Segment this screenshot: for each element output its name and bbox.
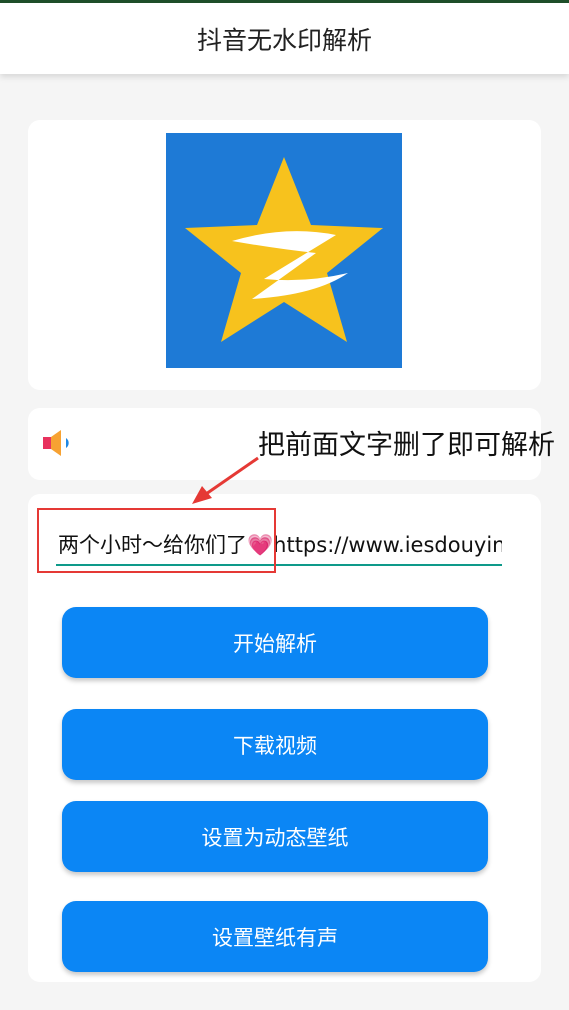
download-video-label: 下载视频 xyxy=(233,733,317,758)
wallpaper-sound-label: 设置壁纸有声 xyxy=(212,925,338,950)
speaker-icon[interactable] xyxy=(40,428,80,458)
annotation-arrow-icon xyxy=(192,456,259,504)
qzone-star-logo-icon xyxy=(166,133,402,368)
app-title-bar: 抖音无水印解析 xyxy=(0,3,569,74)
start-parse-label: 开始解析 xyxy=(233,631,317,656)
annotation-highlight-box xyxy=(37,508,276,573)
set-live-wallpaper-label: 设置为动态壁纸 xyxy=(201,825,349,850)
logo-card xyxy=(28,120,541,390)
annotation-text: 把前面文字删了即可解析 xyxy=(258,430,555,461)
wallpaper-sound-button[interactable]: 设置壁纸有声 xyxy=(62,901,488,972)
set-live-wallpaper-button[interactable]: 设置为动态壁纸 xyxy=(62,801,488,872)
download-video-button[interactable]: 下载视频 xyxy=(62,709,488,780)
page-title: 抖音无水印解析 xyxy=(196,25,372,55)
start-parse-button[interactable]: 开始解析 xyxy=(62,607,488,678)
input-text-url: https://www.iesdouyin xyxy=(273,533,502,557)
